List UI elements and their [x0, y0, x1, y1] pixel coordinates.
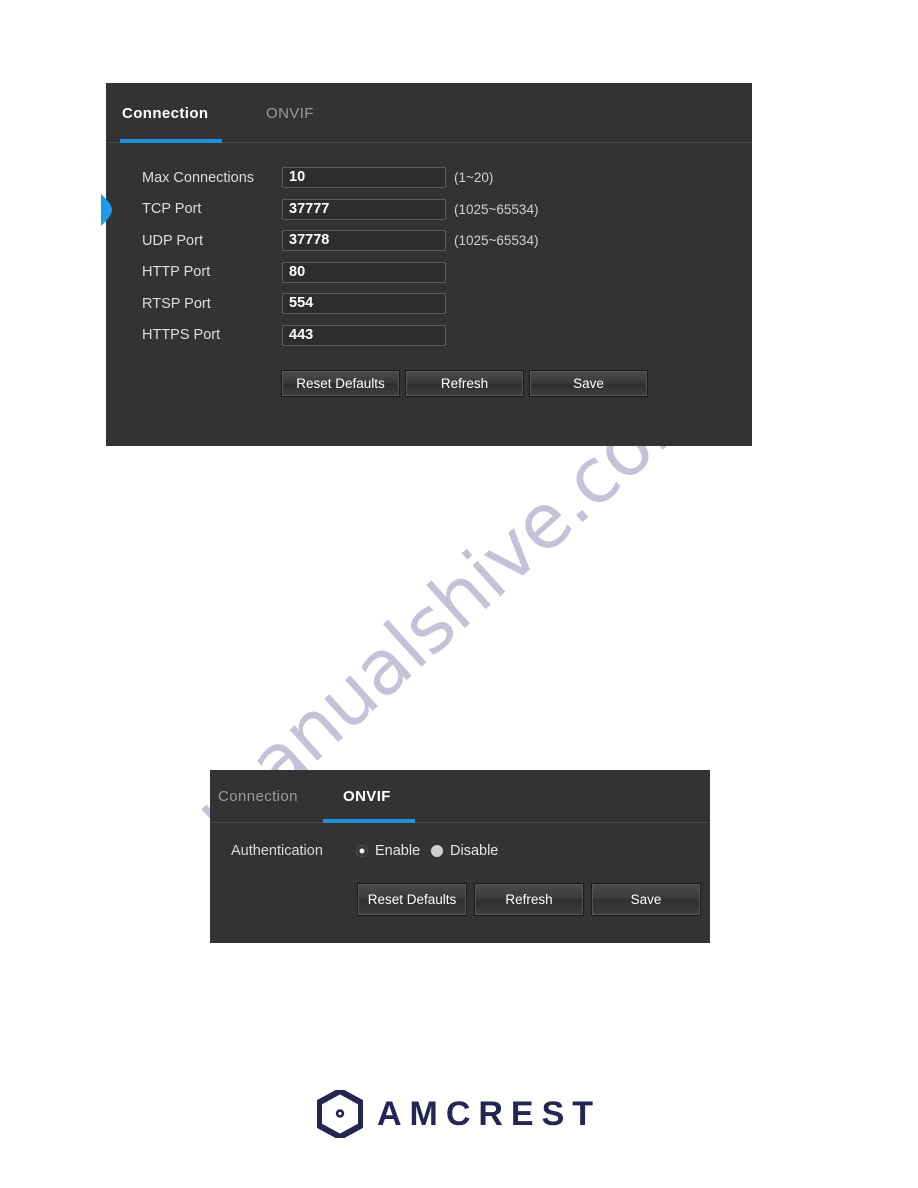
radio-option-enable[interactable]: Enable — [356, 843, 420, 859]
form-row-http-port: HTTP Port — [106, 257, 752, 289]
connection-form: Max Connections (1~20) TCP Port (1025~65… — [106, 143, 752, 397]
refresh-button[interactable]: Refresh — [405, 370, 524, 397]
radio-label-disable: Disable — [450, 843, 499, 859]
radio-label-enable: Enable — [375, 843, 421, 859]
label-udp-port: UDP Port — [142, 232, 203, 249]
reset-defaults-button[interactable]: Reset Defaults — [357, 883, 467, 916]
label-rtsp-port: RTSP Port — [142, 295, 211, 312]
onvif-form: Authentication Enable Disable Reset Defa… — [210, 823, 710, 916]
input-tcp-port[interactable] — [282, 198, 446, 220]
tab-onvif[interactable]: ONVIF — [266, 105, 314, 122]
save-button[interactable]: Save — [591, 883, 701, 916]
form-row-tcp-port: TCP Port (1025~65534) — [106, 194, 752, 226]
input-udp-port[interactable] — [282, 230, 446, 252]
amcrest-hexagon-icon — [315, 1087, 364, 1141]
hint-max-connections: (1~20) — [454, 170, 494, 186]
label-https-port: HTTPS Port — [142, 327, 221, 344]
footer-brand: AMCREST — [0, 1087, 918, 1141]
radio-option-disable[interactable]: Disable — [431, 843, 498, 859]
tab-onvif[interactable]: ONVIF — [343, 788, 391, 805]
authentication-row: Authentication Enable Disable — [210, 833, 710, 873]
form-row-rtsp-port: RTSP Port — [106, 288, 752, 320]
tab-connection[interactable]: Connection — [122, 105, 209, 122]
brand-wordmark: AMCREST — [376, 1095, 602, 1133]
onvif-settings-panel: Connection ONVIF Authentication Enable D… — [210, 770, 710, 943]
onvif-button-row: Reset Defaults Refresh Save — [210, 883, 710, 916]
reset-defaults-button[interactable]: Reset Defaults — [281, 370, 400, 397]
tab-bar-onvif: Connection ONVIF — [210, 770, 710, 823]
tab-connection[interactable]: Connection — [218, 788, 298, 805]
label-max-connections: Max Connections — [142, 169, 255, 186]
radio-selected-icon — [356, 845, 368, 857]
save-button[interactable]: Save — [529, 370, 648, 397]
label-authentication: Authentication — [231, 843, 323, 859]
label-tcp-port: TCP Port — [142, 201, 202, 218]
hint-tcp-port: (1025~65534) — [454, 201, 539, 217]
input-http-port[interactable] — [282, 261, 446, 283]
hint-udp-port: (1025~65534) — [454, 233, 539, 249]
radio-unselected-icon — [431, 845, 443, 857]
tab-bar: Connection ONVIF — [106, 83, 752, 143]
input-rtsp-port[interactable] — [282, 293, 446, 315]
label-http-port: HTTP Port — [142, 264, 211, 281]
connection-button-row: Reset Defaults Refresh Save — [106, 370, 752, 397]
left-arrow-pointer-icon — [101, 194, 112, 226]
input-https-port[interactable] — [282, 324, 446, 346]
form-row-udp-port: UDP Port (1025~65534) — [106, 225, 752, 257]
form-row-max-connections: Max Connections (1~20) — [106, 162, 752, 194]
refresh-button[interactable]: Refresh — [474, 883, 584, 916]
input-max-connections[interactable] — [282, 167, 446, 189]
connection-settings-panel: Connection ONVIF Max Connections (1~20) … — [106, 83, 752, 446]
form-row-https-port: HTTPS Port — [106, 320, 752, 352]
